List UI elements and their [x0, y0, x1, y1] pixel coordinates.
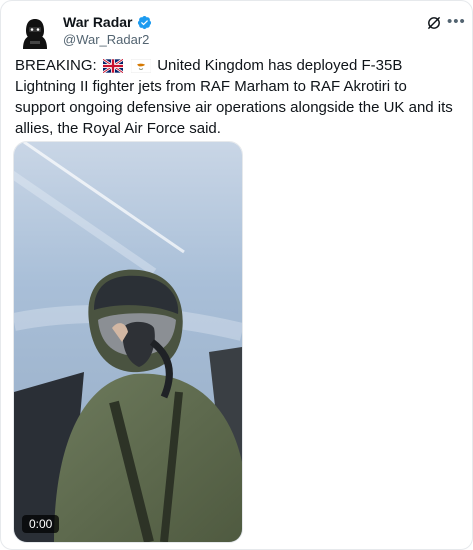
cyprus-flag-icon: [131, 59, 152, 73]
tweet-video[interactable]: 0:00: [13, 141, 243, 543]
tweet-text: BREAKING: United Kingdom has deployed F-…: [15, 55, 455, 139]
author-name-row[interactable]: War Radar: [63, 14, 152, 30]
video-timestamp: 0:00: [22, 515, 60, 533]
author-display-name[interactable]: War Radar: [63, 14, 133, 30]
grok-icon[interactable]: [426, 15, 442, 31]
verified-badge-icon: [137, 15, 151, 29]
tweet-card: War Radar @War_Radar2 ••• BREAKING: Unit…: [0, 0, 473, 550]
more-options-button[interactable]: •••: [447, 13, 466, 30]
uk-flag-icon: [102, 59, 123, 73]
hooded-soldier-avatar-icon: [15, 13, 55, 53]
author-avatar[interactable]: [15, 13, 55, 53]
pilot-cockpit-video-frame: [14, 142, 242, 542]
author-handle[interactable]: @War_Radar2: [63, 32, 149, 47]
tweet-prefix: BREAKING:: [15, 57, 97, 74]
